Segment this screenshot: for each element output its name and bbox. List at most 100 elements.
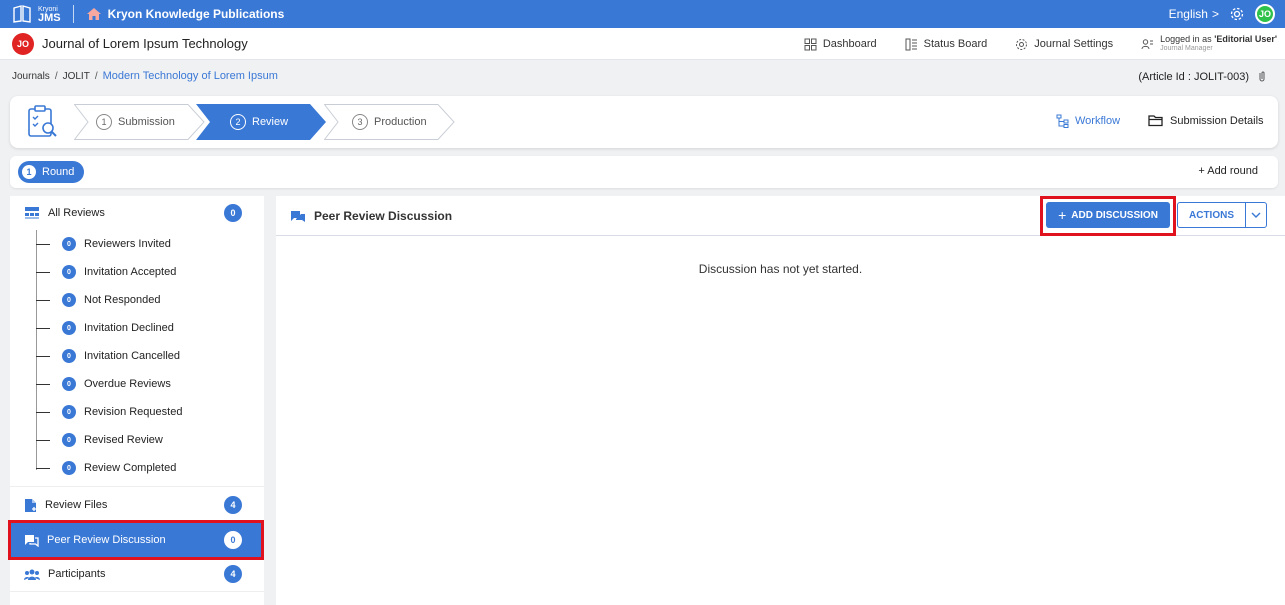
tree-branch (36, 383, 50, 385)
count-badge: 0 (62, 293, 76, 307)
logged-in-info[interactable]: Logged in as 'Editorial User' Journal Ma… (1141, 34, 1277, 54)
list-item[interactable]: 0 Invitation Declined (36, 314, 174, 342)
journal-title[interactable]: Journal of Lorem Ipsum Technology (42, 36, 248, 51)
breadcrumb-journals[interactable]: Journals (12, 71, 50, 82)
step-number: 3 (352, 114, 368, 130)
user-icon (1141, 38, 1154, 49)
tree-branch (36, 355, 50, 357)
step-label: Submission (118, 116, 175, 128)
list-item-label: Invitation Cancelled (84, 350, 181, 362)
chat-icon (291, 210, 305, 222)
tree-branch (36, 271, 50, 273)
nav-journal-settings[interactable]: Journal Settings (1015, 38, 1113, 51)
language-label: English (1168, 7, 1208, 21)
logged-prefix: Logged in as (1160, 34, 1215, 44)
round-label: Round (42, 166, 75, 178)
breadcrumb-separator: / (94, 70, 98, 82)
sidebar-item-participants[interactable]: Participants 4 (10, 557, 264, 591)
dashboard-icon (804, 38, 817, 50)
step-review[interactable]: 2 Review (196, 104, 328, 140)
list-item-label: Not Responded (84, 294, 161, 306)
breadcrumb-article[interactable]: Modern Technology of Lorem Ipsum (103, 70, 278, 82)
panel-title: Peer Review Discussion (290, 209, 452, 223)
breadcrumb-separator: / (54, 70, 58, 82)
actions-dropdown[interactable]: ACTIONS (1177, 202, 1267, 228)
round-tab[interactable]: 1 Round (18, 161, 85, 183)
journal-bar: JO Journal of Lorem Ipsum Technology Das… (0, 28, 1285, 60)
count-badge: 0 (62, 349, 76, 363)
user-avatar[interactable]: JO (1255, 4, 1275, 24)
count-badge: 0 (62, 265, 76, 279)
count-badge: 0 (62, 377, 76, 391)
journal-badge: JO (12, 32, 34, 55)
nav-dashboard[interactable]: Dashboard (804, 38, 877, 51)
list-item[interactable]: 0 Invitation Accepted (36, 258, 176, 286)
list-item[interactable]: 0 Overdue Reviews (36, 370, 171, 398)
language-caret: > (1211, 7, 1219, 21)
people-icon (24, 569, 40, 580)
count-badge: 0 (62, 405, 76, 419)
folder-icon (1148, 115, 1163, 127)
discussion-panel: Peer Review Discussion + ADD DISCUSSION … (276, 196, 1285, 605)
list-item[interactable]: 0 Revised Review (36, 426, 163, 454)
submission-details-label: Submission Details (1170, 114, 1264, 127)
language-selector[interactable]: English > (1169, 7, 1219, 21)
list-item[interactable]: 0 Review Completed (36, 454, 176, 482)
publication-name[interactable]: Kryon Knowledge Publications (108, 7, 285, 21)
count-badge: 4 (224, 565, 242, 583)
list-item-label: Overdue Reviews (84, 378, 171, 390)
count-badge: 0 (224, 204, 242, 222)
reviews-icon (25, 207, 39, 219)
gear-icon[interactable] (1229, 6, 1245, 22)
divider (72, 5, 74, 23)
chevron-down-icon[interactable] (1246, 212, 1266, 218)
list-item-label: Review Completed (84, 462, 177, 474)
list-item-label: Reviewers Invited (84, 238, 171, 250)
book-logo-icon (13, 5, 31, 23)
logged-in-subtext: Journal Manager (1160, 45, 1213, 52)
stepper-card: 1 Submission 2 Review 3 Production Workf… (10, 96, 1278, 148)
list-item-label: Revision Requested (84, 406, 183, 418)
list-item[interactable]: 0 Invitation Cancelled (36, 342, 180, 370)
nav-dashboard-label: Dashboard (822, 38, 877, 50)
settings-icon (1016, 38, 1028, 50)
highlight-box (8, 520, 264, 560)
tree-branch (36, 243, 50, 245)
sidebar-item-review-files[interactable]: Review Files 4 (10, 488, 264, 522)
list-item[interactable]: 0 Not Responded (36, 286, 160, 314)
brand[interactable]: Kryoni JMS (0, 0, 61, 28)
logged-in-text: Logged in as 'Editorial User' (1160, 34, 1277, 44)
nav-status-board-label: Status Board (923, 38, 988, 50)
list-item-label: Invitation Accepted (84, 266, 177, 278)
step-production[interactable]: 3 Production (324, 104, 456, 140)
round-number: 1 (22, 165, 36, 179)
divider (10, 591, 264, 592)
sidebar-item-all-reviews[interactable]: All Reviews 0 (10, 196, 264, 230)
list-item-label: Invitation Declined (84, 322, 174, 334)
list-item[interactable]: 0 Reviewers Invited (36, 230, 171, 258)
step-number: 2 (230, 114, 246, 130)
tree-branch (36, 439, 50, 441)
step-label: Production (374, 116, 427, 128)
list-item[interactable]: 0 Revision Requested (36, 398, 182, 426)
sidebar-item-label: All Reviews (48, 207, 105, 219)
clip-icon[interactable] (1257, 70, 1267, 83)
sidebar-item-label: Participants (48, 568, 106, 580)
file-icon (25, 498, 36, 512)
nav-status-board[interactable]: Status Board (905, 38, 988, 51)
breadcrumb-jolit[interactable]: JOLIT (63, 71, 90, 82)
step-number: 1 (96, 114, 112, 130)
tree-branch (36, 411, 50, 413)
add-round-button[interactable]: + Add round (1198, 165, 1258, 177)
step-submission[interactable]: 1 Submission (74, 104, 206, 140)
home-icon[interactable] (86, 7, 102, 21)
count-badge: 0 (62, 433, 76, 447)
workflow-link[interactable]: Workflow (1056, 114, 1120, 128)
workflow-icon (1056, 114, 1069, 128)
submission-details-link[interactable]: Submission Details (1148, 114, 1264, 127)
brand-name: JMS (38, 12, 61, 24)
logged-role: 'Editorial User' (1214, 34, 1277, 44)
highlight-box (1040, 196, 1176, 236)
round-bar: 1 Round + Add round (10, 156, 1278, 188)
article-id: (Article Id : JOLIT-003) (1138, 70, 1267, 83)
